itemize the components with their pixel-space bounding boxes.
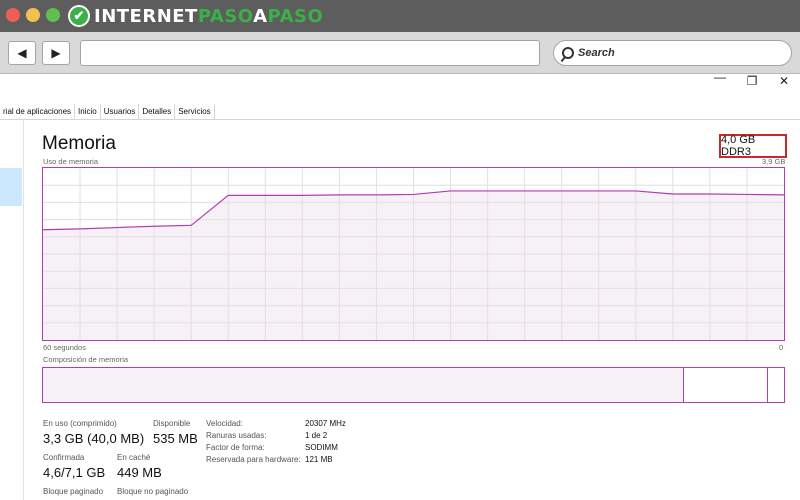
slots-value: 1 de 2 [305, 431, 328, 440]
tab-startup[interactable]: Inicio [75, 104, 101, 119]
usage-label: Uso de memoria [43, 157, 99, 166]
available-value: 535 MB [153, 431, 198, 446]
browser-titlebar: ✔ INTERNETPASOAPASO [0, 0, 800, 32]
memory-usage-chart [42, 168, 785, 340]
hardware-reserved-label: Reservada para hardware: [206, 455, 301, 464]
slots-label: Ranuras usadas: [206, 431, 267, 440]
committed-value: 4,6/7,1 GB [43, 465, 106, 480]
hardware-reserved-value: 121 MB [305, 455, 333, 464]
composition-in-use [43, 368, 684, 402]
tab-services[interactable]: Servicios [175, 104, 215, 119]
zoom-window-button[interactable] [46, 8, 60, 22]
search-icon [562, 47, 574, 59]
page-title: Memoria [42, 133, 116, 154]
close-button[interactable]: ✕ [774, 74, 794, 88]
logo-text-internet: INTERNET [94, 5, 198, 27]
minimize-button[interactable]: — [710, 70, 730, 84]
logo-text-a: A [253, 5, 268, 27]
form-factor-label: Factor de forma: [206, 443, 265, 452]
in-use-value: 3,3 GB (40,0 MB) [43, 431, 145, 446]
site-logo: ✔ INTERNETPASOAPASO [68, 2, 323, 30]
cached-value: 449 MB [117, 465, 162, 480]
cached-label: En caché [117, 453, 151, 462]
logo-text-paso: PASO [197, 5, 254, 27]
forward-button[interactable]: ▶ [42, 41, 70, 65]
maximize-button[interactable]: ❐ [742, 74, 762, 88]
memory-composition-bar [42, 367, 785, 403]
composition-divider [767, 368, 768, 402]
tab-details[interactable]: Detalles [139, 104, 176, 119]
speed-value: 20307 MHz [305, 419, 346, 428]
nonpaged-pool-label: Bloque no paginado [117, 487, 189, 496]
available-label: Disponible [153, 419, 191, 428]
memory-type-badge: 4,0 GB DDR3 [719, 134, 787, 158]
browser-toolbar: ◀ ▶ Search [0, 32, 800, 74]
search-input[interactable]: Search [553, 40, 792, 66]
logo-check-icon: ✔ [68, 5, 90, 27]
sidebar-item-memory[interactable] [0, 168, 22, 206]
max-label: 3,9 GB [762, 157, 786, 166]
memory-usage-graph [42, 167, 785, 341]
logo-text-paso-2: PASO [267, 5, 324, 27]
sidebar-divider [23, 120, 24, 500]
in-use-label: En uso (comprimido) [43, 419, 117, 428]
back-button[interactable]: ◀ [8, 41, 36, 65]
minimize-window-button[interactable] [26, 8, 40, 22]
time-span-label: 60 segundos [43, 343, 86, 352]
speed-label: Velocidad: [206, 419, 243, 428]
close-window-button[interactable] [6, 8, 20, 22]
tab-users[interactable]: Usuarios [101, 104, 140, 119]
zero-label: 0 [779, 343, 784, 352]
composition-label: Composición de memoria [43, 355, 129, 364]
committed-label: Confirmada [43, 453, 85, 462]
paged-pool-label: Bloque paginado [43, 487, 104, 496]
address-bar[interactable] [80, 40, 540, 66]
tab-bar: rial de aplicaciones Inicio Usuarios Det… [0, 104, 800, 120]
tab-app-history[interactable]: rial de aplicaciones [0, 104, 76, 119]
search-placeholder: Search [578, 47, 615, 59]
form-factor-value: SODIMM [305, 443, 338, 452]
